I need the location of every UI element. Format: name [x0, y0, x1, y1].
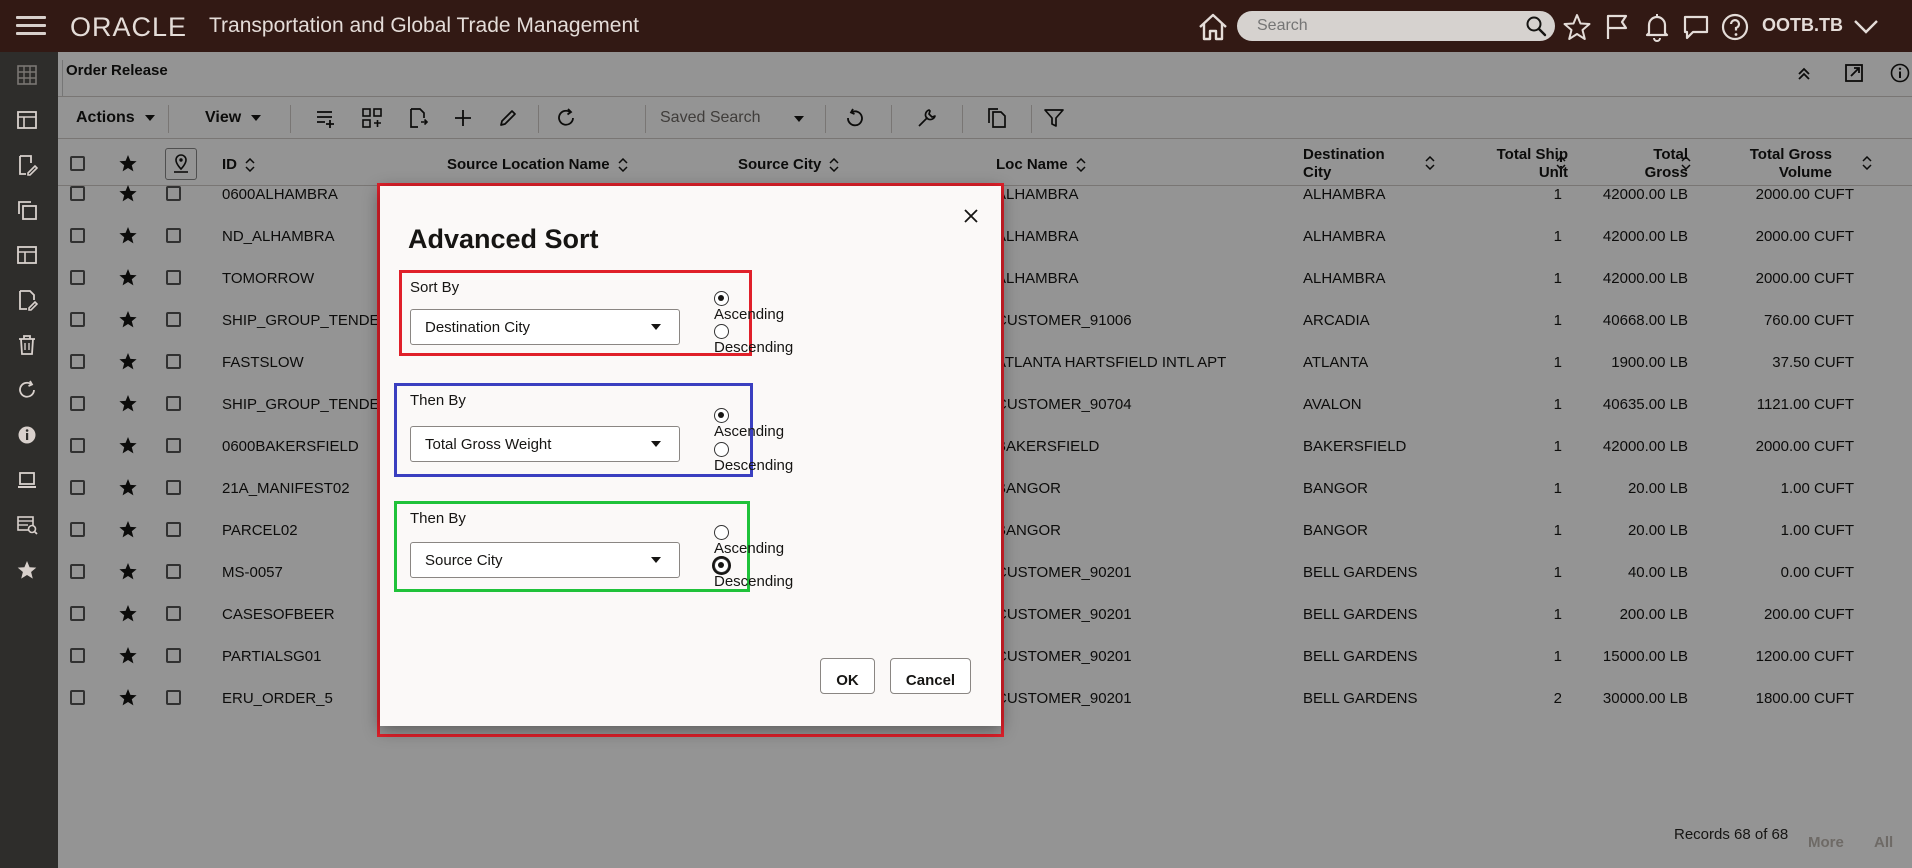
radio-unselected[interactable]: [714, 524, 729, 540]
then-by-group-2: Then By Source City Ascending Descending: [394, 501, 793, 592]
copy-icon[interactable]: [16, 199, 38, 221]
advanced-sort-dialog: Advanced Sort Sort By Destination City A…: [380, 186, 1001, 726]
app-header: ORACLE Transportation and Global Trade M…: [0, 0, 1912, 52]
radio-selected[interactable]: [714, 557, 729, 573]
descending-label: Descending: [714, 573, 794, 590]
favorites-star-icon[interactable]: [16, 559, 38, 581]
help-icon[interactable]: [1720, 12, 1750, 42]
then-by-group-1: Then By Total Gross Weight Ascending Des…: [394, 383, 793, 477]
ascending-label: Ascending: [714, 306, 785, 323]
then-by-2-descending-radio[interactable]: Descending: [714, 556, 793, 590]
sort-by-label: Sort By: [410, 279, 460, 296]
home-icon[interactable]: [1197, 12, 1229, 42]
sort-by-group: Sort By Destination City Ascending Desce…: [399, 270, 793, 356]
edit-document-icon[interactable]: [16, 154, 38, 176]
then-by-1-ascending-radio[interactable]: Ascending: [714, 406, 784, 440]
all-records-link[interactable]: All: [1874, 834, 1893, 851]
then-by-1-descending-radio[interactable]: Descending: [714, 440, 793, 474]
ok-button[interactable]: OK: [820, 658, 875, 694]
then-by-2-select[interactable]: Source City: [410, 542, 680, 578]
search-icon[interactable]: [1525, 15, 1547, 37]
search-input[interactable]: [1237, 11, 1497, 41]
notifications-bell-icon[interactable]: [1642, 12, 1672, 42]
user-menu-name[interactable]: OOTB.TB: [1762, 15, 1843, 36]
dialog-title: Advanced Sort: [408, 224, 599, 254]
cancel-button[interactable]: Cancel: [890, 658, 971, 694]
messages-icon[interactable]: [1681, 12, 1711, 42]
layout-icon[interactable]: [16, 244, 38, 266]
sort-by-ascending-radio[interactable]: Ascending: [714, 289, 784, 323]
sort-by-value: Destination City: [425, 319, 531, 336]
app-title: Transportation and Global Trade Manageme…: [209, 14, 639, 37]
hamburger-menu-icon[interactable]: [16, 16, 46, 36]
trash-icon[interactable]: [16, 334, 38, 356]
more-records-link[interactable]: More: [1808, 834, 1844, 851]
then-by-2-ascending-radio[interactable]: Ascending: [714, 523, 784, 557]
oracle-logo: ORACLE: [70, 12, 188, 42]
records-count: Records 68 of 68: [1674, 826, 1789, 843]
caret-down-icon: [651, 441, 661, 447]
close-icon[interactable]: [963, 208, 979, 224]
descending-label: Descending: [714, 457, 794, 474]
info-icon[interactable]: [16, 424, 38, 446]
sort-by-select[interactable]: Destination City: [410, 309, 680, 345]
then-by-1-select[interactable]: Total Gross Weight: [410, 426, 680, 462]
radio-unselected[interactable]: [714, 323, 729, 339]
ascending-label: Ascending: [714, 540, 785, 557]
refresh-icon[interactable]: [16, 379, 38, 401]
left-navigation-rail: >>: [0, 52, 58, 868]
chevron-down-icon[interactable]: [1851, 14, 1881, 38]
caret-down-icon: [651, 557, 661, 563]
sort-by-descending-radio[interactable]: Descending: [714, 322, 793, 356]
flag-icon[interactable]: [1602, 12, 1632, 42]
global-search[interactable]: [1237, 11, 1555, 41]
ascending-label: Ascending: [714, 423, 785, 440]
then-by-2-label: Then By: [410, 510, 466, 527]
then-by-2-value: Source City: [425, 552, 503, 569]
document-edit-icon[interactable]: [16, 289, 38, 311]
workbench-icon[interactable]: [16, 109, 38, 131]
dashboard-grid-icon[interactable]: [16, 64, 38, 86]
caret-down-icon: [651, 324, 661, 330]
then-by-1-value: Total Gross Weight: [425, 436, 552, 453]
radio-selected[interactable]: [714, 407, 729, 423]
favorites-star-icon[interactable]: [1562, 12, 1592, 42]
then-by-1-label: Then By: [410, 392, 466, 409]
radio-unselected[interactable]: [714, 441, 729, 457]
monitor-icon[interactable]: [16, 469, 38, 491]
radio-selected[interactable]: [714, 290, 729, 306]
descending-label: Descending: [714, 339, 794, 356]
table-search-icon[interactable]: [16, 514, 38, 536]
